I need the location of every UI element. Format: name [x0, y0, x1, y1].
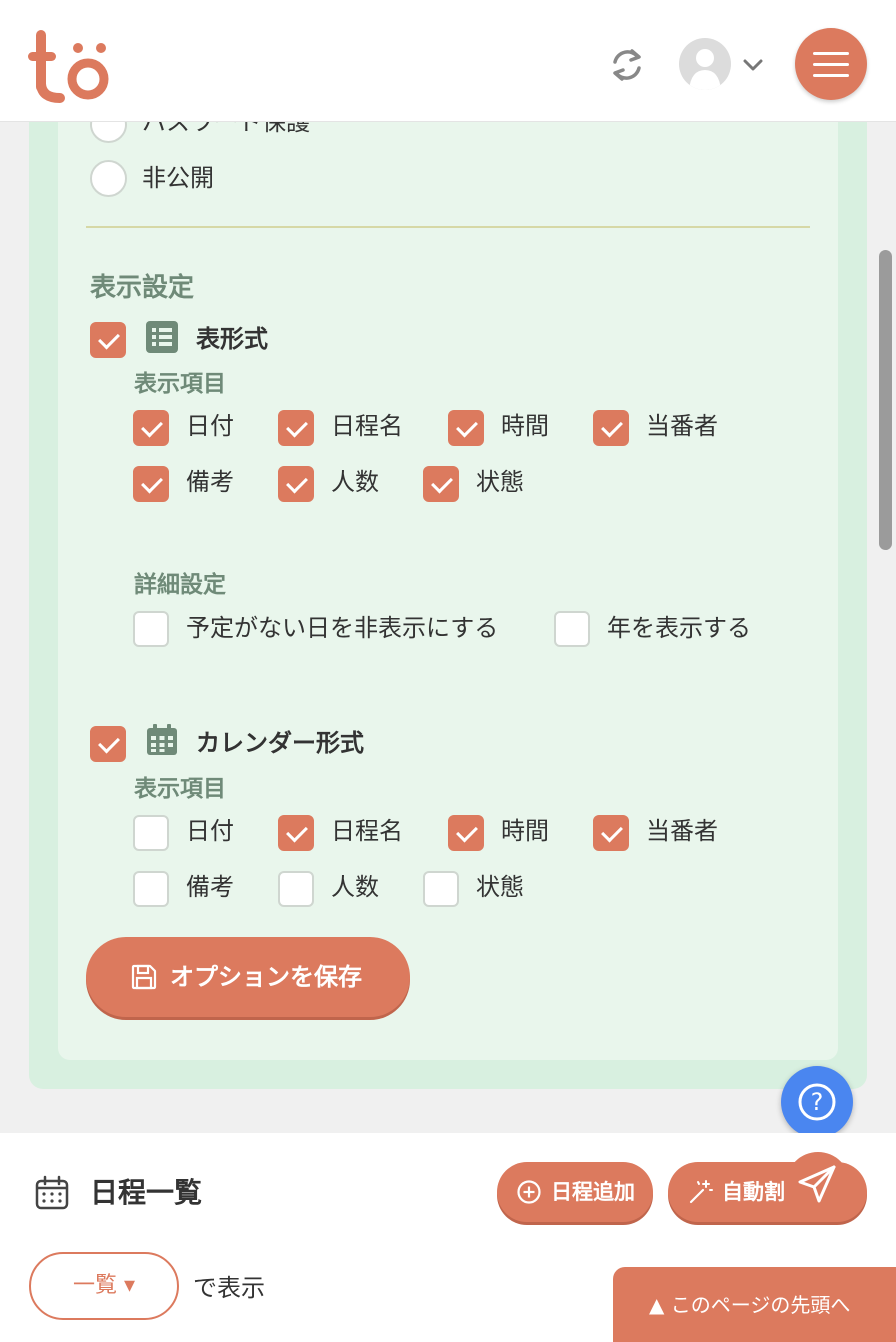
table-item-date-checkbox[interactable]: [133, 410, 169, 446]
calendar-icon: [147, 724, 177, 755]
sync-icon[interactable]: [606, 44, 648, 86]
send-button[interactable]: [786, 1152, 850, 1216]
show-year-label: 年を表示する: [607, 614, 751, 642]
question-icon: ?: [798, 1083, 836, 1121]
chevron-down-icon[interactable]: [740, 54, 766, 76]
table-item-time-checkbox[interactable]: [448, 410, 484, 446]
table-item-date-label: 日付: [186, 412, 234, 440]
floppy-disk-icon: [131, 964, 157, 990]
help-button[interactable]: ?: [781, 1066, 853, 1138]
table-format-label: 表形式: [196, 325, 268, 353]
app-header: [0, 0, 896, 122]
table-item-schedule-name-label: 日程名: [331, 412, 403, 440]
table-items-title: 表示項目: [134, 371, 226, 397]
table-format-checkbox[interactable]: [90, 322, 126, 358]
calendar-item-status-label: 状態: [476, 873, 524, 901]
calendar-format-checkbox[interactable]: [90, 726, 126, 762]
calendar-item-status-checkbox[interactable]: [423, 871, 459, 907]
plus-circle-icon: [517, 1180, 541, 1204]
schedule-calendar-icon: [35, 1175, 69, 1210]
calendar-item-count-checkbox[interactable]: [278, 871, 314, 907]
calendar-item-note-label: 備考: [186, 873, 234, 901]
calendar-item-time-checkbox[interactable]: [448, 815, 484, 851]
calendar-format-label: カレンダー形式: [196, 729, 364, 757]
app-logo[interactable]: [26, 26, 118, 104]
add-schedule-label: 日程追加: [551, 1180, 635, 1204]
page-scrollbar[interactable]: [879, 250, 892, 550]
table-item-duty-checkbox[interactable]: [593, 410, 629, 446]
table-item-count-checkbox[interactable]: [278, 466, 314, 502]
calendar-item-duty-checkbox[interactable]: [593, 815, 629, 851]
calendar-item-date-label: 日付: [186, 817, 234, 845]
table-item-time-label: 時間: [501, 412, 549, 440]
calendar-item-schedule-name-checkbox[interactable]: [278, 815, 314, 851]
calendar-item-time-label: 時間: [501, 817, 549, 845]
paper-plane-icon: [798, 1165, 836, 1203]
table-list-icon: [146, 321, 178, 353]
radio-private-label: 非公開: [142, 164, 214, 192]
save-options-button[interactable]: オプションを保存: [86, 937, 410, 1017]
table-item-note-label: 備考: [186, 468, 234, 496]
table-item-status-label: 状態: [476, 468, 524, 496]
auto-assign-label: 自動割: [722, 1180, 785, 1204]
calendar-items-title: 表示項目: [134, 776, 226, 802]
schedule-list-title: 日程一覧: [90, 1176, 203, 1209]
hamburger-menu-icon[interactable]: [795, 28, 867, 100]
hide-empty-days-checkbox[interactable]: [133, 611, 169, 647]
calendar-item-note-checkbox[interactable]: [133, 871, 169, 907]
show-year-checkbox[interactable]: [554, 611, 590, 647]
table-item-status-checkbox[interactable]: [423, 466, 459, 502]
calendar-item-duty-label: 当番者: [646, 817, 718, 845]
calendar-item-date-checkbox[interactable]: [133, 815, 169, 851]
detail-settings-title: 詳細設定: [134, 572, 226, 598]
table-item-count-label: 人数: [331, 468, 379, 496]
display-settings-title: 表示設定: [90, 273, 195, 303]
add-schedule-button[interactable]: 日程追加: [497, 1162, 653, 1222]
radio-private[interactable]: [90, 160, 127, 197]
section-divider: [86, 226, 810, 228]
table-item-note-checkbox[interactable]: [133, 466, 169, 502]
view-mode-suffix: で表示: [193, 1274, 265, 1302]
save-options-label: オプションを保存: [170, 963, 362, 991]
settings-panel-inner: [58, 60, 838, 1060]
back-to-top-label: ▲ このページの先頭へ: [649, 1293, 851, 1317]
svg-text:?: ?: [811, 1088, 824, 1116]
calendar-item-count-label: 人数: [331, 873, 379, 901]
user-avatar-icon[interactable]: [679, 38, 731, 90]
calendar-item-schedule-name-label: 日程名: [331, 817, 403, 845]
table-item-schedule-name-checkbox[interactable]: [278, 410, 314, 446]
hide-empty-days-label: 予定がない日を非表示にする: [186, 614, 499, 642]
back-to-top-button[interactable]: ▲ このページの先頭へ: [613, 1267, 896, 1342]
magic-wand-icon: [689, 1180, 713, 1204]
table-item-duty-label: 当番者: [646, 412, 718, 440]
view-mode-select[interactable]: 一覧 ▾: [29, 1252, 179, 1320]
